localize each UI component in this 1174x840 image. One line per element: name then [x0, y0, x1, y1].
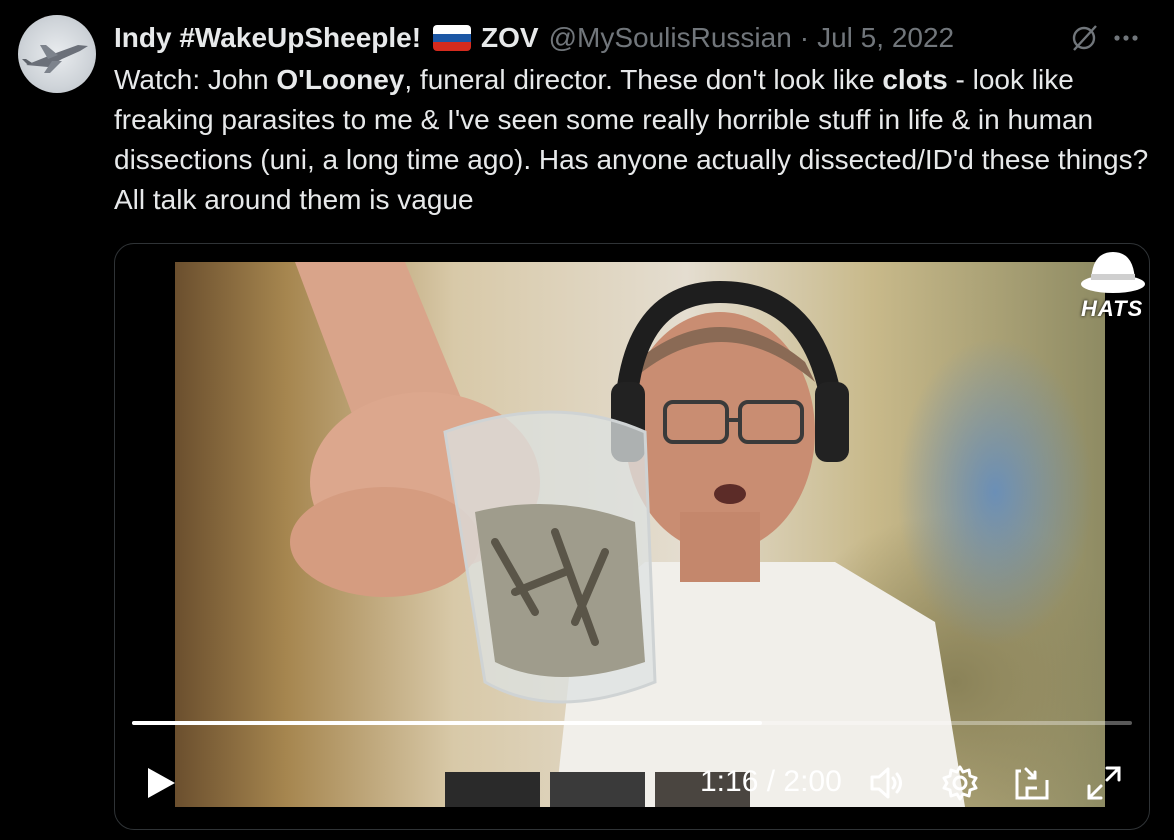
fullscreen-icon[interactable] — [1085, 764, 1123, 802]
tweet-text-bold: clots — [882, 64, 948, 95]
grok-icon[interactable] — [1066, 20, 1102, 56]
play-icon[interactable] — [143, 766, 177, 800]
tweet-text-segment: , funeral director. These don't look lik… — [404, 64, 883, 95]
name-suffix: ZOV — [481, 22, 539, 53]
tweet-date[interactable]: Jul 5, 2022 — [817, 22, 954, 54]
watermark-text: HATS — [1081, 296, 1144, 321]
avatar[interactable] — [18, 15, 96, 93]
settings-icon[interactable] — [941, 764, 979, 802]
tweet-text-segment: Watch: John — [114, 64, 277, 95]
display-name[interactable]: Indy #WakeUpSheeple! — [114, 22, 421, 54]
video-controls: 1:16 / 2:00 — [115, 752, 1149, 812]
video-still — [290, 262, 965, 807]
tweet-text-bold: O'Looney — [276, 64, 405, 95]
more-options-icon[interactable] — [1108, 20, 1144, 56]
tweet-card[interactable]: Indy #WakeUpSheeple! ZOV @MySoulisRussia… — [0, 0, 1174, 840]
user-handle[interactable]: @MySoulisRussian — [549, 22, 792, 54]
progress-bar[interactable] — [132, 721, 1132, 725]
fighter-jet-icon — [22, 45, 88, 73]
video-player[interactable]: HATS 1:16 / 2:00 — [114, 243, 1150, 830]
tweet-header: Indy #WakeUpSheeple! ZOV @MySoulisRussia… — [114, 18, 954, 58]
progress-fill — [132, 721, 762, 725]
tweet-text: Watch: John O'Looney, funeral director. … — [114, 60, 1154, 220]
volume-icon[interactable] — [867, 764, 905, 802]
russian-flag-icon — [433, 25, 472, 51]
pop-out-icon[interactable] — [1013, 764, 1051, 802]
separator: · — [799, 22, 810, 53]
time-display: 1:16 / 2:00 — [700, 765, 842, 798]
header-actions — [1066, 20, 1144, 56]
